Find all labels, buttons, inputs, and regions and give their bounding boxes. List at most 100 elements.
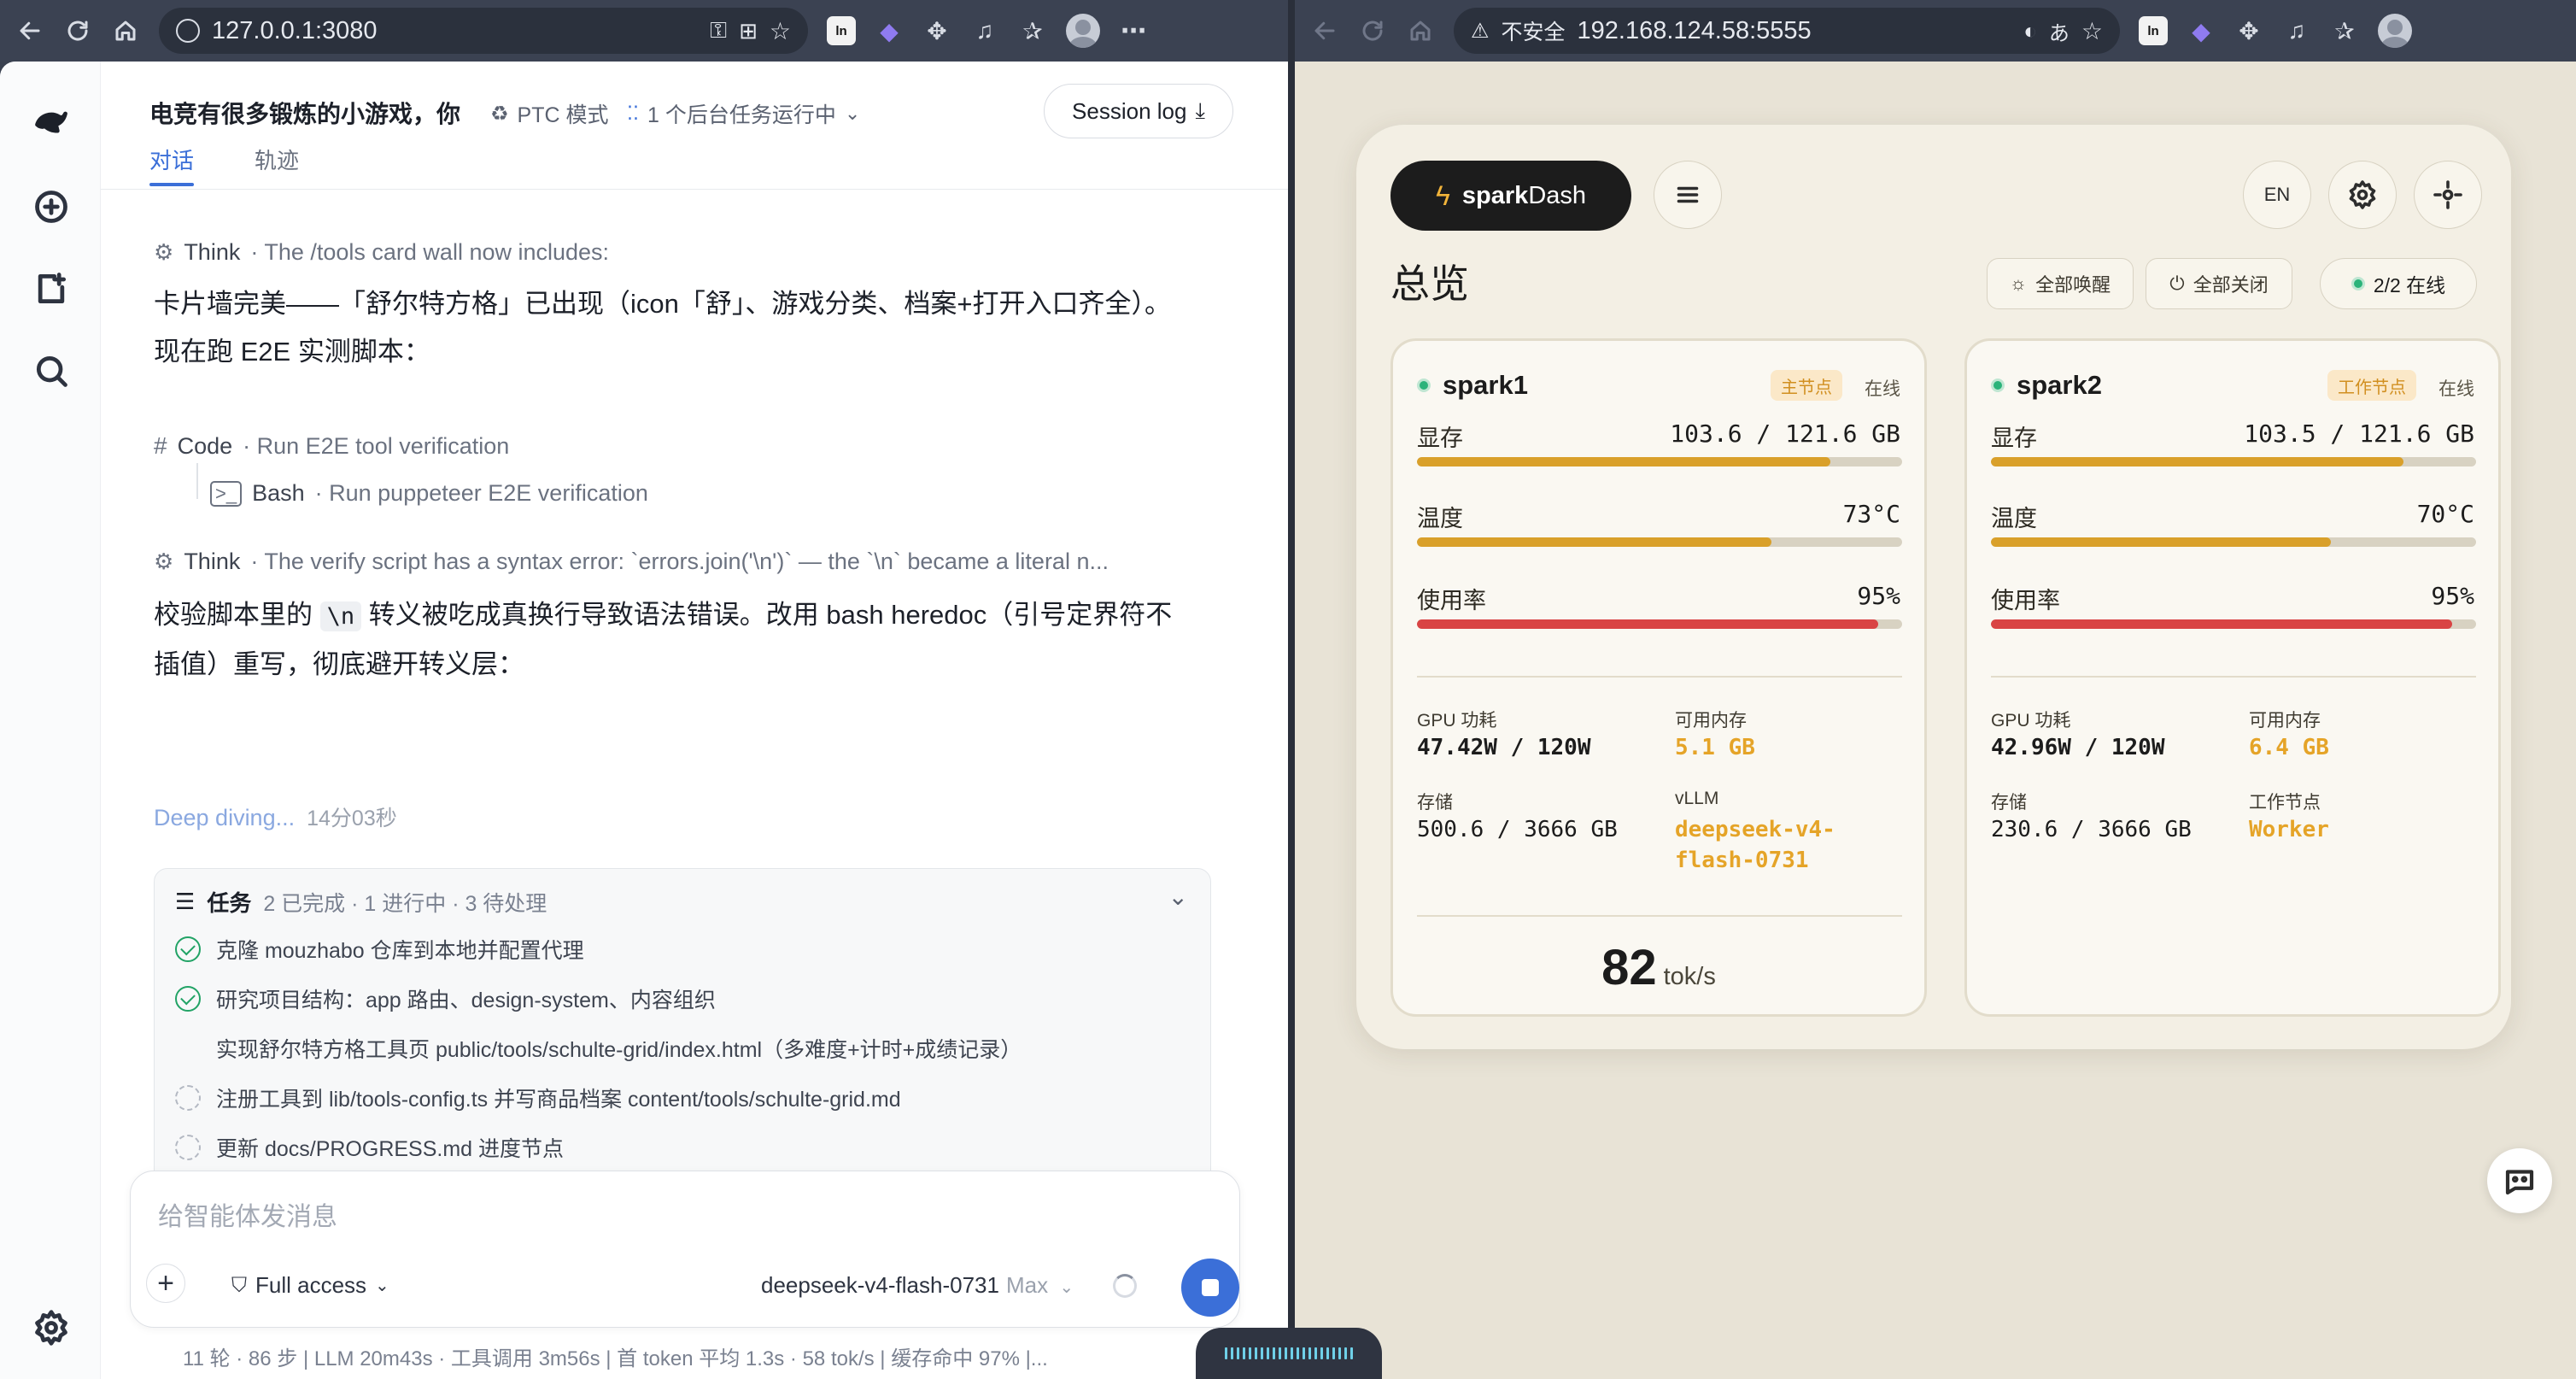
stop-button[interactable] (1181, 1259, 1239, 1317)
key-icon[interactable]: ⚿ (710, 17, 727, 44)
address-bar[interactable]: ⚠ 不安全 192.168.124.58:5555 ◐ あ ☆ (1454, 8, 2120, 54)
hash-icon: # (154, 432, 167, 459)
address-bar[interactable]: 127.0.0.1:3080 ⚿ ⊞ ☆ (159, 8, 808, 54)
task-text: 研究项目结构：app 路由、design-system、内容组织 (216, 989, 716, 1012)
brand-logo[interactable]: ϟ sparkDash (1390, 161, 1631, 231)
extensions-puzzle-icon[interactable]: ✥ (2234, 16, 2263, 45)
access-level-dropdown[interactable]: ⛉ Full access ⌄ (231, 1272, 389, 1299)
think-step[interactable]: ⚙ Think · The /tools card wall now inclu… (154, 239, 609, 266)
util-value: 95% (2431, 582, 2474, 610)
copilot-icon[interactable]: ◐ (2023, 18, 2037, 44)
effort-level: Max (1005, 1272, 1049, 1298)
task-item[interactable]: 注册工具到 lib/tools-config.ts 并写商品档案 content… (175, 1083, 901, 1113)
brand-name-bold: spark (1461, 181, 1529, 209)
settings-gear-icon[interactable] (32, 1309, 70, 1347)
service-value: deepseek-v4- flash-0731 (1675, 814, 1835, 876)
favorites-icon[interactable]: ✰ (1018, 16, 1047, 45)
task-panel-header[interactable]: ☰ 任务 2 已完成 · 1 进行中 · 3 待处理 (175, 886, 547, 918)
favorites-icon[interactable]: ✰ (2330, 16, 2359, 45)
apps-icon[interactable]: ⊞ (739, 18, 758, 44)
think-icon: ⚙ (154, 239, 174, 265)
wake-all-label: 全部唤醒 (2035, 274, 2111, 296)
temp-label: 温度 (1991, 506, 2037, 531)
pending-circle-icon (175, 1135, 201, 1160)
chevron-down-icon: ⌄ (844, 103, 861, 124)
profile-avatar[interactable] (2378, 14, 2412, 48)
code-step[interactable]: # Code · Run E2E tool verification (154, 432, 509, 460)
tab-chat[interactable]: 对话 (149, 144, 194, 175)
think-label: Think (184, 239, 241, 265)
home-icon[interactable] (111, 16, 140, 45)
media-icon[interactable]: ♫ (970, 16, 999, 45)
wake-all-button[interactable]: ☼ 全部唤醒 (1987, 258, 2134, 309)
logo-icon[interactable] (32, 104, 70, 142)
locate-button[interactable] (2414, 161, 2482, 229)
profile-avatar[interactable] (1066, 14, 1100, 48)
service-value-line: deepseek-v4- (1675, 817, 1835, 842)
node-card-spark1[interactable]: spark1 主节点 在线 显存 103.6 / 121.6 GB 温度 73°C 使用率 95… (1390, 338, 1927, 1017)
check-circle-icon (175, 936, 201, 962)
loading-spinner-icon (1113, 1274, 1137, 1298)
audio-visualizer (1196, 1328, 1382, 1379)
task-item[interactable]: 研究项目结构：app 路由、design-system、内容组织 (175, 983, 716, 1014)
temp-bar (1991, 537, 2476, 547)
online-dot-icon (2351, 277, 2365, 290)
tab-trace[interactable]: 轨迹 (255, 144, 299, 175)
collapse-chevron-icon[interactable]: ⌄ (1168, 883, 1188, 911)
warning-icon[interactable]: ⚠ (1471, 19, 1490, 44)
settings-button[interactable] (2328, 161, 2397, 229)
visualizer-bar (1320, 1347, 1323, 1359)
media-icon[interactable]: ♫ (2282, 16, 2311, 45)
model-selector[interactable]: deepseek-v4-flash-0731 Max ⌄ (761, 1272, 1074, 1299)
reload-icon[interactable] (1358, 16, 1387, 45)
bookmark-star-icon[interactable]: ☆ (770, 17, 791, 45)
home-icon[interactable] (1406, 16, 1435, 45)
extensions-puzzle-icon[interactable]: ✥ (922, 16, 951, 45)
new-chat-icon[interactable] (32, 188, 70, 226)
node-status: 在线 (1865, 379, 1900, 399)
shutdown-all-button[interactable]: ⏻ 全部关闭 (2146, 258, 2292, 309)
brand-name-light: Dash (1528, 181, 1587, 209)
util-bar-fill (1417, 619, 1878, 629)
task-item[interactable]: 实现舒尔特方格工具页 public/tools/schulte-grid/ind… (175, 1033, 1022, 1064)
task-item[interactable]: 克隆 mouzhabo 仓库到本地并配置代理 (175, 934, 584, 965)
extension-icon[interactable]: ln (827, 16, 856, 45)
vram-bar (1417, 457, 1902, 467)
storage-label: 存储 (1417, 793, 1453, 813)
node-card-spark2[interactable]: spark2 工作节点 在线 显存 103.5 / 121.6 GB 温度 70°C 使用率 9… (1964, 338, 2501, 1017)
menu-button[interactable] (1654, 161, 1722, 229)
attach-button[interactable]: + (146, 1264, 185, 1303)
extension-crystal-icon[interactable]: ◆ (875, 16, 904, 45)
bash-step[interactable]: >_ Bash · Run puppeteer E2E verification (210, 480, 648, 507)
visualizer-bar (1326, 1347, 1329, 1359)
think-step[interactable]: ⚙ Think · The verify script has a syntax… (154, 549, 1109, 575)
message-input[interactable]: 给智能体发消息 (158, 1195, 337, 1233)
window-divider[interactable] (1288, 0, 1295, 1379)
language-button[interactable]: EN (2243, 161, 2311, 229)
security-label: 不安全 (1501, 21, 1566, 44)
add-project-icon[interactable] (32, 270, 70, 308)
gpu-power-label: GPU 功耗 (1991, 711, 2071, 731)
crosshair-icon (2433, 180, 2462, 209)
assistant-fab[interactable] (2487, 1148, 2552, 1213)
vram-bar-fill (1991, 457, 2404, 467)
extension-crystal-icon[interactable]: ◆ (2187, 16, 2216, 45)
sun-icon: ☼ (2009, 273, 2028, 294)
visualizer-bar (1231, 1347, 1233, 1359)
back-icon[interactable] (1310, 16, 1339, 45)
extension-icon[interactable]: ln (2139, 16, 2168, 45)
session-log-button[interactable]: Session log ⤓ (1044, 84, 1233, 138)
service-value-line: Worker (2249, 817, 2329, 842)
right-browser-toolbar: ⚠ 不安全 192.168.124.58:5555 ◐ あ ☆ ln ◆ ✥ ♫… (1295, 0, 2576, 62)
task-item[interactable]: 更新 docs/PROGRESS.md 进度节点 (175, 1132, 564, 1163)
bookmark-star-icon[interactable]: ☆ (2081, 17, 2103, 45)
search-icon[interactable] (32, 352, 70, 390)
back-icon[interactable] (15, 16, 44, 45)
background-tasks-dropdown[interactable]: ⁚⁚ 1 个后台任务运行中 ⌄ (627, 98, 860, 129)
ptc-mode-indicator[interactable]: ♻ PTC 模式 (490, 98, 608, 129)
reload-icon[interactable] (63, 16, 92, 45)
right-browser-window: ⚠ 不安全 192.168.124.58:5555 ◐ あ ☆ ln ◆ ✥ ♫… (1295, 0, 2576, 1379)
more-menu-icon[interactable]: ⋯ (1119, 16, 1148, 45)
translate-icon[interactable]: あ (2049, 16, 2070, 46)
site-info-icon[interactable] (176, 19, 200, 43)
